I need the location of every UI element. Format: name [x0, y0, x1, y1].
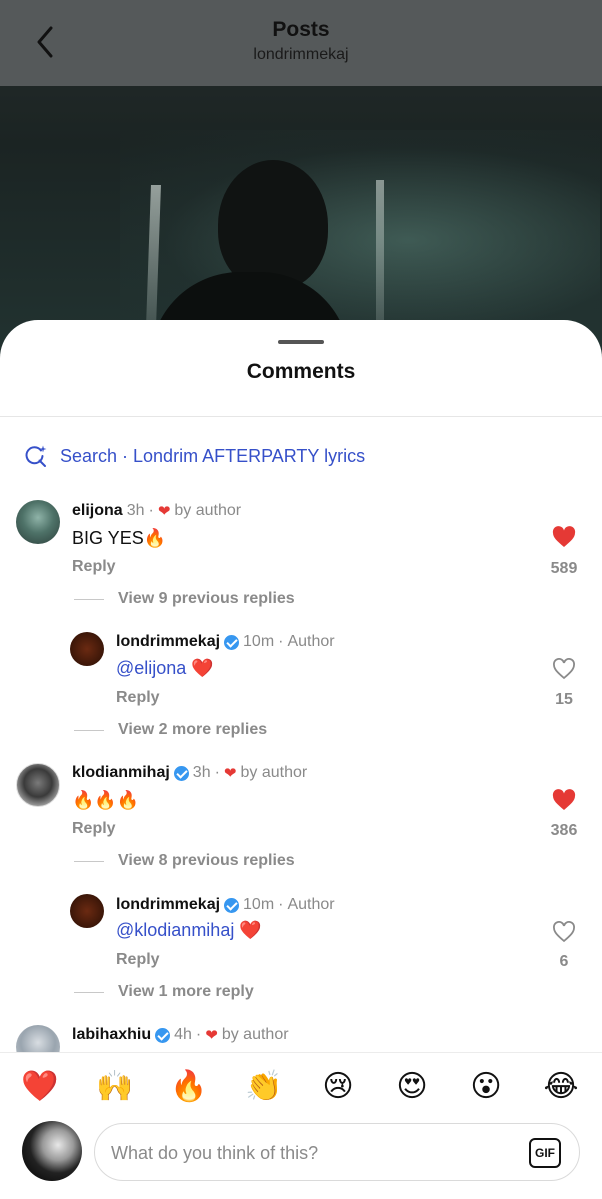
- comment-time: 10m: [243, 896, 275, 913]
- like-button[interactable]: [544, 921, 584, 948]
- view-replies-label: View 1 more reply: [118, 983, 254, 1000]
- like-count: 386: [550, 822, 578, 839]
- heart-filled-icon: [552, 526, 576, 547]
- mention-link[interactable]: @klodianmihaj: [116, 920, 234, 940]
- search-sparkle-icon: [25, 445, 47, 467]
- comment-meta: londrimmekaj 10m · Author: [116, 633, 335, 651]
- comment-time: 10m: [243, 633, 275, 650]
- comment-meta: londrimmekaj 10m · Author: [116, 896, 335, 914]
- like-button[interactable]: [544, 658, 584, 685]
- page-subtitle-username[interactable]: londrimmekaj: [0, 46, 602, 64]
- like-button[interactable]: [544, 789, 584, 816]
- comment-username[interactable]: londrimmekaj: [116, 896, 220, 914]
- emoji-laughing-button[interactable]: 😂: [541, 1067, 581, 1107]
- thread-line: [74, 860, 104, 862]
- avatar[interactable]: [16, 763, 60, 807]
- comment-text: 🔥🔥🔥: [72, 790, 140, 810]
- avatar[interactable]: [16, 500, 60, 544]
- view-replies-button[interactable]: View 9 previous replies: [74, 590, 295, 608]
- search-suggestion[interactable]: Search · Londrim AFTERPARTY lyrics: [24, 444, 365, 468]
- comment-meta: klodianmihaj 3h · ❤ by author: [72, 764, 307, 782]
- separator: ·: [195, 1026, 202, 1043]
- like-count: 15: [555, 691, 573, 708]
- top-nav-bar: Posts londrimmekaj: [0, 0, 602, 86]
- comment-username[interactable]: klodianmihaj: [72, 764, 170, 782]
- liked-by-author-label: by author: [221, 1026, 289, 1043]
- emoji-surprised-button[interactable]: 😮: [466, 1067, 506, 1107]
- comment-time: 4h: [174, 1026, 192, 1043]
- comment-text: @klodianmihaj ❤️: [116, 920, 262, 941]
- comment-composer-area: ❤️ 🙌 🔥 👏 😢 😍 😮 😂 GIF: [0, 1052, 602, 1199]
- gif-button[interactable]: GIF: [529, 1138, 561, 1168]
- emoji-raised-hands-button[interactable]: 🙌: [95, 1067, 135, 1107]
- heart-icon: ❤: [205, 1027, 218, 1044]
- heart-outline-icon: [553, 921, 575, 943]
- heart-outline-icon: [553, 658, 575, 680]
- liked-by-author-label: by author: [174, 502, 242, 519]
- comment-time: 3h: [126, 502, 145, 519]
- comment-meta: labihaxhiu 4h · ❤ by author: [72, 1026, 289, 1044]
- comment-emoji: ❤️: [186, 658, 214, 678]
- post-silhouette-head: [218, 160, 328, 290]
- heart-filled-icon: [552, 789, 576, 810]
- comment-text: @elijona ❤️: [116, 658, 214, 679]
- like-count: 6: [559, 953, 569, 970]
- current-user-avatar: [22, 1121, 82, 1181]
- thread-line: [74, 991, 104, 993]
- divider: [0, 416, 602, 417]
- author-label: Author: [287, 896, 335, 913]
- comment-username[interactable]: londrimmekaj: [116, 633, 220, 651]
- comment-username[interactable]: labihaxhiu: [72, 1026, 151, 1044]
- like-count: 589: [550, 560, 578, 577]
- separator: ·: [278, 896, 284, 913]
- avatar[interactable]: [70, 894, 104, 928]
- view-replies-button[interactable]: View 1 more reply: [74, 983, 254, 1001]
- search-suggestion-label: Search · Londrim AFTERPARTY lyrics: [60, 445, 366, 466]
- page-title: Posts: [272, 18, 330, 41]
- verified-badge-icon: [155, 1027, 171, 1043]
- reply-button[interactable]: Reply: [116, 689, 160, 707]
- author-label: Author: [287, 633, 335, 650]
- emoji-crying-button[interactable]: 😢: [318, 1067, 358, 1107]
- mention-link[interactable]: @elijona: [116, 658, 186, 678]
- view-replies-button[interactable]: View 8 previous replies: [74, 852, 295, 870]
- emoji-clap-button[interactable]: 👏: [244, 1067, 284, 1107]
- heart-icon: ❤: [157, 503, 171, 520]
- view-replies-label: View 9 previous replies: [118, 590, 295, 607]
- thread-line: [74, 729, 104, 731]
- reply-button[interactable]: Reply: [72, 558, 116, 576]
- avatar[interactable]: [70, 632, 104, 666]
- comment-input[interactable]: [111, 1138, 511, 1168]
- view-replies-button[interactable]: View 2 more replies: [74, 721, 267, 739]
- comment-text: BIG YES🔥: [72, 528, 167, 548]
- comment-time: 3h: [192, 764, 211, 781]
- verified-badge-icon: [224, 634, 240, 650]
- emoji-quick-bar: ❤️ 🙌 🔥 👏 😢 😍 😮 😂: [0, 1067, 602, 1107]
- view-replies-label: View 2 more replies: [118, 721, 268, 738]
- comment-input-box[interactable]: GIF: [94, 1123, 580, 1181]
- emoji-heart-button[interactable]: ❤️: [20, 1067, 60, 1107]
- separator: ·: [214, 764, 220, 781]
- like-button[interactable]: [544, 526, 584, 553]
- view-replies-label: View 8 previous replies: [118, 852, 295, 869]
- sheet-drag-handle[interactable]: [278, 340, 324, 344]
- heart-icon: ❤: [223, 765, 237, 782]
- comment-meta: elijona 3h · ❤ by author: [72, 502, 241, 520]
- emoji-fire-button[interactable]: 🔥: [169, 1067, 209, 1107]
- thread-line: [74, 598, 104, 600]
- comment-emoji: ❤️: [234, 920, 262, 940]
- separator: ·: [278, 633, 284, 650]
- emoji-heart-eyes-button[interactable]: 😍: [392, 1067, 432, 1107]
- reply-button[interactable]: Reply: [116, 951, 160, 969]
- sheet-title: Comments: [246, 360, 356, 383]
- comment-username[interactable]: elijona: [72, 502, 123, 520]
- separator: ·: [148, 502, 154, 519]
- reply-button[interactable]: Reply: [72, 820, 116, 838]
- verified-badge-icon: [224, 897, 240, 913]
- verified-badge-icon: [173, 765, 189, 781]
- liked-by-author-label: by author: [240, 764, 308, 781]
